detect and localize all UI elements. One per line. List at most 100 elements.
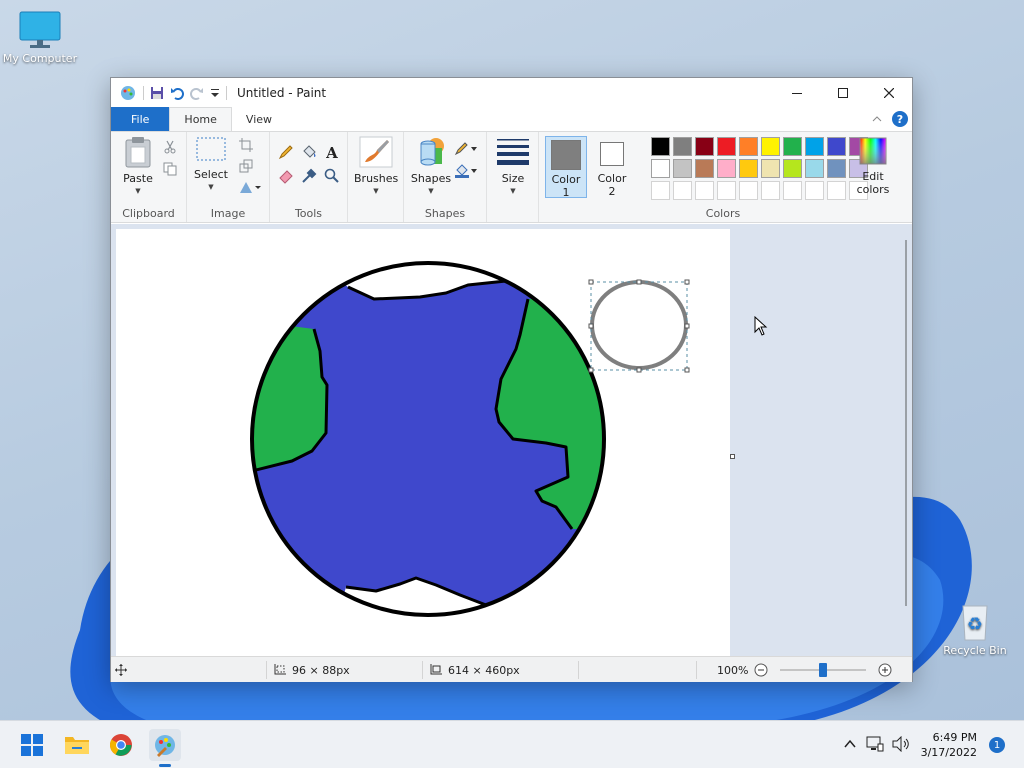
zoom-slider-thumb[interactable] <box>819 663 828 677</box>
workspace <box>111 224 912 656</box>
palette-swatch[interactable] <box>827 159 846 178</box>
rotate-icon[interactable] <box>239 180 261 194</box>
start-button[interactable] <box>16 729 48 761</box>
desktop-icon-label: My Computer <box>2 52 78 65</box>
paint-window: Untitled - Paint File Home View ? Paste … <box>110 77 913 682</box>
palette-swatch-custom-empty[interactable] <box>761 181 780 200</box>
zoom-in-icon[interactable] <box>878 663 892 677</box>
shapes-button[interactable]: Shapes ▼ <box>408 136 454 198</box>
palette-swatch-custom-empty[interactable] <box>783 181 802 200</box>
canvas-resize-handle[interactable] <box>730 454 735 459</box>
palette-swatch[interactable] <box>805 159 824 178</box>
group-image: Select ▼ Image <box>187 132 270 222</box>
palette-swatch[interactable] <box>783 137 802 156</box>
desktop-icon-recycle-bin[interactable]: ♻ Recycle Bin <box>935 600 1015 657</box>
palette-swatch[interactable] <box>761 137 780 156</box>
palette-swatch-custom-empty[interactable] <box>717 181 736 200</box>
palette-swatch[interactable] <box>651 159 670 178</box>
vertical-scrollbar[interactable] <box>905 240 907 606</box>
chrome-icon <box>110 734 132 756</box>
palette-swatch[interactable] <box>739 137 758 156</box>
palette-swatch[interactable] <box>761 159 780 178</box>
paste-label: Paste <box>123 172 153 185</box>
desktop-icon-my-computer[interactable]: My Computer <box>0 10 80 65</box>
zoom-out-icon[interactable] <box>754 663 768 677</box>
chevron-up-icon[interactable] <box>844 739 856 749</box>
palette-swatch-custom-empty[interactable] <box>827 181 846 200</box>
separator <box>226 85 227 100</box>
pencil-icon[interactable] <box>278 144 294 160</box>
minimize-button[interactable] <box>774 78 820 107</box>
drawing-canvas[interactable] <box>116 229 730 656</box>
taskbar-file-explorer[interactable] <box>61 729 93 761</box>
paste-button[interactable]: Paste ▼ <box>121 136 155 198</box>
tab-home[interactable]: Home <box>169 107 232 131</box>
color-picker-icon[interactable] <box>301 168 317 184</box>
palette-swatch-custom-empty[interactable] <box>673 181 692 200</box>
undo-icon[interactable] <box>170 86 184 100</box>
palette-swatch-custom-empty[interactable] <box>651 181 670 200</box>
tab-file[interactable]: File <box>111 107 170 131</box>
close-button[interactable] <box>866 78 912 107</box>
edit-colors-label-line1: Edit <box>862 170 884 183</box>
edit-colors-button[interactable]: Edit colors <box>851 136 895 196</box>
color1-button[interactable]: Color 1 <box>545 136 587 199</box>
zoom-level-text: 100% <box>717 663 749 677</box>
text-icon[interactable]: A <box>324 144 340 160</box>
group-size: Size ▼ <box>487 132 539 222</box>
group-brushes: Brushes ▼ <box>348 132 404 222</box>
taskbar-clock[interactable]: 6:49 PM 3/17/2022 <box>921 730 977 760</box>
palette-swatch[interactable] <box>805 137 824 156</box>
group-label: Image <box>210 207 246 220</box>
save-icon[interactable] <box>150 86 164 100</box>
help-icon[interactable]: ? <box>892 111 908 127</box>
size-button[interactable]: Size ▼ <box>493 136 533 198</box>
palette-swatch[interactable] <box>717 159 736 178</box>
palette-swatch-custom-empty[interactable] <box>805 181 824 200</box>
ellipse-shape[interactable] <box>590 280 688 370</box>
shape-fill-icon[interactable] <box>454 162 478 178</box>
redo-icon[interactable] <box>190 86 204 100</box>
shape-outline-icon[interactable] <box>454 140 478 156</box>
taskbar-chrome[interactable] <box>105 729 137 761</box>
palette-swatch[interactable] <box>717 137 736 156</box>
palette-swatch[interactable] <box>695 137 714 156</box>
window-controls <box>774 78 912 107</box>
palette-swatch-custom-empty[interactable] <box>739 181 758 200</box>
resize-icon[interactable] <box>239 159 253 173</box>
cut-icon[interactable] <box>163 140 177 154</box>
taskbar-paint[interactable] <box>149 729 181 767</box>
group-colors: Color 1 Color 2 Edit colors Colors <box>539 132 907 222</box>
fill-bucket-icon[interactable] <box>301 144 317 160</box>
color1-label-line1: Color <box>551 173 581 186</box>
palette-swatch[interactable] <box>673 159 692 178</box>
brushes-button[interactable]: Brushes ▼ <box>354 136 398 198</box>
collapse-ribbon-icon[interactable] <box>872 114 882 124</box>
color2-label-line2: 2 <box>608 185 616 198</box>
palette-swatch[interactable] <box>651 137 670 156</box>
network-icon[interactable] <box>866 736 884 752</box>
customize-quick-access-icon[interactable] <box>210 87 220 99</box>
maximize-button[interactable] <box>820 78 866 107</box>
crop-icon[interactable] <box>239 138 253 152</box>
palette-swatch[interactable] <box>827 137 846 156</box>
copy-icon[interactable] <box>163 162 177 176</box>
magnifier-icon[interactable] <box>324 168 340 184</box>
separator <box>143 85 144 100</box>
eraser-icon[interactable] <box>278 168 294 184</box>
zoom-slider[interactable] <box>780 663 867 677</box>
select-button[interactable]: Select ▼ <box>193 136 229 194</box>
group-label: Colors <box>705 207 741 220</box>
palette-swatch[interactable] <box>783 159 802 178</box>
notification-badge[interactable]: 1 <box>989 737 1005 753</box>
line-size-icon <box>497 139 529 165</box>
monitor-icon <box>19 11 61 48</box>
palette-swatch[interactable] <box>739 159 758 178</box>
palette-swatch[interactable] <box>695 159 714 178</box>
palette-swatch-custom-empty[interactable] <box>695 181 714 200</box>
color2-button[interactable]: Color 2 <box>591 136 633 198</box>
palette-swatch[interactable] <box>673 137 692 156</box>
tab-view[interactable]: View <box>232 107 286 131</box>
color2-swatch <box>600 142 624 166</box>
volume-icon[interactable] <box>892 736 910 752</box>
